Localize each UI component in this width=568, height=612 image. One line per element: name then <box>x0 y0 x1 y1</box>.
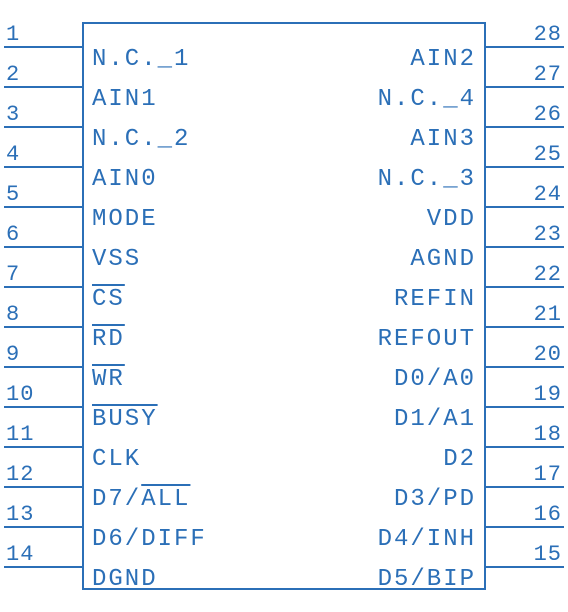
pin-number-17: 17 <box>534 462 562 487</box>
pin-number-7: 7 <box>6 262 20 287</box>
pin-number-11: 11 <box>6 422 34 447</box>
pin-row-22: 22REFIN <box>84 266 484 306</box>
pin-number-12: 12 <box>6 462 34 487</box>
pin-row-21: 21REFOUT <box>84 306 484 346</box>
pin-number-22: 22 <box>534 262 562 287</box>
pin-number-14: 14 <box>6 542 34 567</box>
pin-number-8: 8 <box>6 302 20 327</box>
pin-number-24: 24 <box>534 182 562 207</box>
pin-number-20: 20 <box>534 342 562 367</box>
pin-row-26: 26AIN3 <box>84 106 484 146</box>
pin-number-19: 19 <box>534 382 562 407</box>
pin-row-16: 16D4/INH <box>84 506 484 546</box>
pin-number-23: 23 <box>534 222 562 247</box>
pin-row-28: 28AIN2 <box>84 26 484 66</box>
pin-number-16: 16 <box>534 502 562 527</box>
pin-row-27: 27N.C._4 <box>84 66 484 106</box>
pin-number-26: 26 <box>534 102 562 127</box>
pin-row-20: 20D0/A0 <box>84 346 484 386</box>
pin-number-9: 9 <box>6 342 20 367</box>
pin-number-2: 2 <box>6 62 20 87</box>
pin-number-3: 3 <box>6 102 20 127</box>
pin-row-15: 15D5/BIP <box>84 546 484 586</box>
pin-number-13: 13 <box>6 502 34 527</box>
pin-row-23: 23AGND <box>84 226 484 266</box>
pin-number-1: 1 <box>6 22 20 47</box>
pin-number-18: 18 <box>534 422 562 447</box>
pin-number-21: 21 <box>534 302 562 327</box>
pin-row-17: 17D3/PD <box>84 466 484 506</box>
pin-number-10: 10 <box>6 382 34 407</box>
pin-row-24: 24VDD <box>84 186 484 226</box>
pin-number-28: 28 <box>534 22 562 47</box>
pin-number-5: 5 <box>6 182 20 207</box>
pin-number-4: 4 <box>6 142 20 167</box>
pin-number-15: 15 <box>534 542 562 567</box>
pin-row-25: 25N.C._3 <box>84 146 484 186</box>
pin-number-27: 27 <box>534 62 562 87</box>
pin-number-6: 6 <box>6 222 20 247</box>
pin-row-19: 19D1/A1 <box>84 386 484 426</box>
pin-row-18: 18D2 <box>84 426 484 466</box>
pin-name-15: D5/BIP <box>378 566 476 593</box>
pin-number-25: 25 <box>534 142 562 167</box>
chip-body: 1N.C._12AIN13N.C._24AIN05MODE6VSS7CS8RD9… <box>82 22 486 590</box>
